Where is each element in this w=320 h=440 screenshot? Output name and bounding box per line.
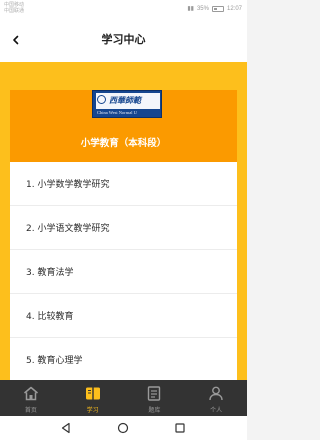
list-item-label: 3. 教育法学 [26, 268, 74, 278]
tab-label: 个人 [210, 407, 223, 414]
top-nav-bar: 学习中心 [0, 18, 247, 62]
system-home-icon[interactable] [115, 420, 131, 436]
battery-icon [211, 5, 224, 12]
list-item[interactable]: 1. 小学数学教学研究 [10, 162, 237, 206]
tab-home[interactable]: 首页 [0, 380, 62, 416]
tab-label: 首页 [24, 407, 37, 414]
status-bar: 中国移动 中国联通 ▮▮ 35% 12:07 [0, 0, 247, 18]
person-icon [206, 384, 226, 402]
system-recents-icon[interactable] [172, 420, 188, 436]
logo-text: 西華師範 [109, 95, 141, 105]
tab-profile[interactable]: 个人 [185, 380, 247, 416]
seal-icon [97, 95, 106, 104]
tab-question-bank[interactable]: 题库 [124, 380, 186, 416]
tab-label: 题库 [148, 407, 161, 414]
course-header: 西華師範 China West Normal U 小学教育（本科段） [10, 90, 237, 162]
list-item-label: 2. 小学语文教学研究 [26, 224, 110, 234]
system-back-icon[interactable] [58, 420, 74, 436]
status-indicators: ▮▮ 35% 12:07 [187, 5, 242, 12]
page-title: 学习中心 [101, 33, 146, 46]
system-nav-bar [0, 416, 247, 440]
university-logo: 西華師範 China West Normal U [92, 90, 162, 118]
course-title: 小学教育（本科段） [80, 138, 167, 149]
battery-percent: 35% [196, 5, 209, 12]
list-item[interactable]: 2. 小学语文教学研究 [10, 206, 237, 250]
subject-list: 1. 小学数学教学研究 2. 小学语文教学研究 3. 教育法学 4. 比较教育 … [10, 162, 237, 382]
clock: 12:07 [226, 5, 242, 12]
list-item[interactable]: 5. 教育心理学 [10, 338, 237, 382]
book-icon [83, 384, 103, 402]
logo-subtext: China West Normal U [97, 110, 137, 115]
list-item-label: 4. 比较教育 [26, 312, 74, 322]
bottom-tab-bar: 首页 学习 题库 个人 [0, 380, 247, 416]
list-item-label: 5. 教育心理学 [26, 356, 83, 366]
carrier-label: 中国移动 中国联通 [4, 2, 25, 14]
list-item[interactable]: 3. 教育法学 [10, 250, 237, 294]
tab-label: 学习 [86, 407, 99, 414]
list-item[interactable]: 4. 比较教育 [10, 294, 237, 338]
document-icon [144, 384, 164, 402]
home-icon [21, 384, 41, 402]
list-item-label: 1. 小学数学教学研究 [26, 180, 110, 190]
signal-icon: ▮▮ [187, 6, 194, 12]
tab-study[interactable]: 学习 [62, 380, 124, 416]
